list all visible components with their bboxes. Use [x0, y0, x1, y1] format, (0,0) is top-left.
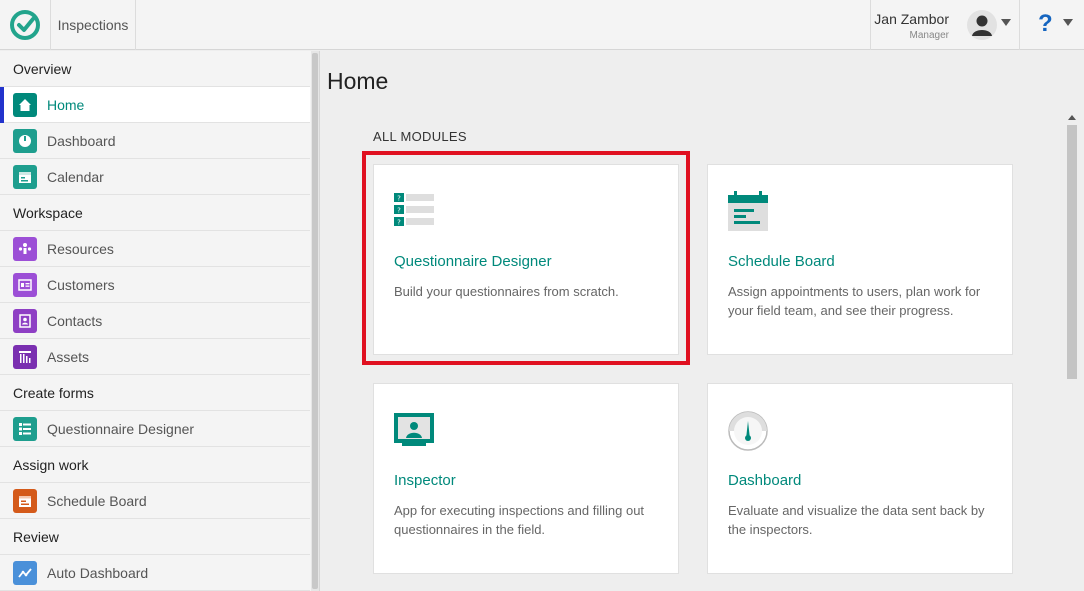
sidebar-item-dashboard[interactable]: Dashboard — [0, 123, 310, 159]
app-title: Inspections — [57, 17, 129, 33]
inspector-icon — [394, 413, 434, 446]
card-description: Evaluate and visualize the data sent bac… — [728, 503, 985, 537]
highlight-frame — [362, 151, 690, 365]
sidebar-item-label: Calendar — [47, 168, 104, 185]
card-title[interactable]: Dashboard — [728, 472, 801, 489]
main-scrollbar-thumb[interactable] — [1067, 125, 1077, 379]
schedule-board-icon — [728, 191, 768, 231]
sidebar-item-label: Questionnaire Designer — [47, 420, 195, 437]
sidebar-item-contacts[interactable]: Contacts — [0, 303, 310, 339]
home-icon — [13, 92, 37, 117]
main-content: Home ALL MODULES ? ? ? Questionnaire Des… — [321, 51, 1084, 591]
sidebar-item-label: Customers — [47, 276, 115, 293]
logo-icon — [10, 10, 40, 40]
sidebar-item-calendar[interactable]: Calendar — [0, 159, 310, 195]
sidebar-item-customers[interactable]: Customers — [0, 267, 310, 303]
sidebar-item-auto-dashboard[interactable]: Auto Dashboard — [0, 555, 310, 591]
auto-dashboard-icon — [13, 560, 37, 585]
sidebar-item-label: Assets — [47, 348, 90, 365]
sidebar: Overview Home Dashboard Calendar Workspa… — [0, 51, 320, 591]
avatar[interactable] — [967, 10, 997, 40]
sidebar-item-schedule-board[interactable]: Schedule Board — [0, 483, 310, 519]
active-indicator — [0, 87, 4, 123]
chevron-down-icon[interactable] — [1001, 19, 1011, 26]
section-assign-work: Assign work — [0, 447, 310, 483]
customers-icon — [13, 272, 37, 297]
help-icon[interactable]: ? — [1038, 10, 1053, 38]
help-chevron-down-icon[interactable] — [1063, 19, 1073, 26]
sidebar-scrollbar-thumb[interactable] — [312, 53, 318, 589]
top-bar: Inspections Jan Zambor Manager ? — [0, 0, 1084, 50]
user-role: Manager — [909, 30, 949, 41]
sidebar-item-label: Dashboard — [47, 132, 116, 149]
card-title[interactable]: Schedule Board — [728, 253, 835, 270]
app-logo[interactable] — [0, 0, 50, 50]
scroll-up-icon[interactable] — [1068, 115, 1076, 120]
card-description: Assign appointments to users, plan work … — [728, 284, 981, 318]
section-create-forms: Create forms — [0, 375, 310, 411]
contacts-icon — [13, 308, 37, 333]
main-scrollbar[interactable] — [1065, 111, 1079, 591]
card-title[interactable]: Inspector — [394, 472, 456, 489]
modules-heading: ALL MODULES — [373, 129, 467, 144]
schedule-icon — [13, 488, 37, 513]
sidebar-item-home[interactable]: Home — [0, 87, 310, 123]
section-workspace: Workspace — [0, 195, 310, 231]
sidebar-item-assets[interactable]: Assets — [0, 339, 310, 375]
user-name: Jan Zambor — [874, 11, 949, 27]
module-card-dashboard[interactable]: Dashboard Evaluate and visualize the dat… — [707, 383, 1013, 574]
dashboard-icon — [13, 128, 37, 153]
questionnaire-icon — [13, 416, 37, 441]
module-card-inspector[interactable]: Inspector App for executing inspections … — [373, 383, 679, 574]
page-title: Home — [327, 68, 389, 94]
gauge-icon — [728, 411, 768, 451]
sidebar-item-label: Auto Dashboard — [47, 564, 149, 581]
resources-icon — [13, 236, 37, 261]
assets-icon — [13, 344, 37, 369]
card-description: App for executing inspections and fillin… — [394, 503, 645, 537]
section-review: Review — [0, 519, 310, 555]
user-avatar-icon — [972, 15, 992, 36]
sidebar-item-label: Home — [47, 96, 85, 113]
app-title-tab[interactable]: Inspections — [50, 0, 136, 50]
module-card-schedule-board[interactable]: Schedule Board Assign appointments to us… — [707, 164, 1013, 355]
sidebar-item-label: Contacts — [47, 312, 103, 329]
section-overview: Overview — [0, 51, 310, 87]
sidebar-item-label: Schedule Board — [47, 492, 147, 509]
sidebar-item-resources[interactable]: Resources — [0, 231, 310, 267]
user-menu[interactable]: Jan Zambor Manager — [870, 0, 1020, 50]
calendar-icon — [13, 164, 37, 189]
sidebar-item-label: Resources — [47, 240, 114, 257]
sidebar-item-questionnaire-designer[interactable]: Questionnaire Designer — [0, 411, 310, 447]
